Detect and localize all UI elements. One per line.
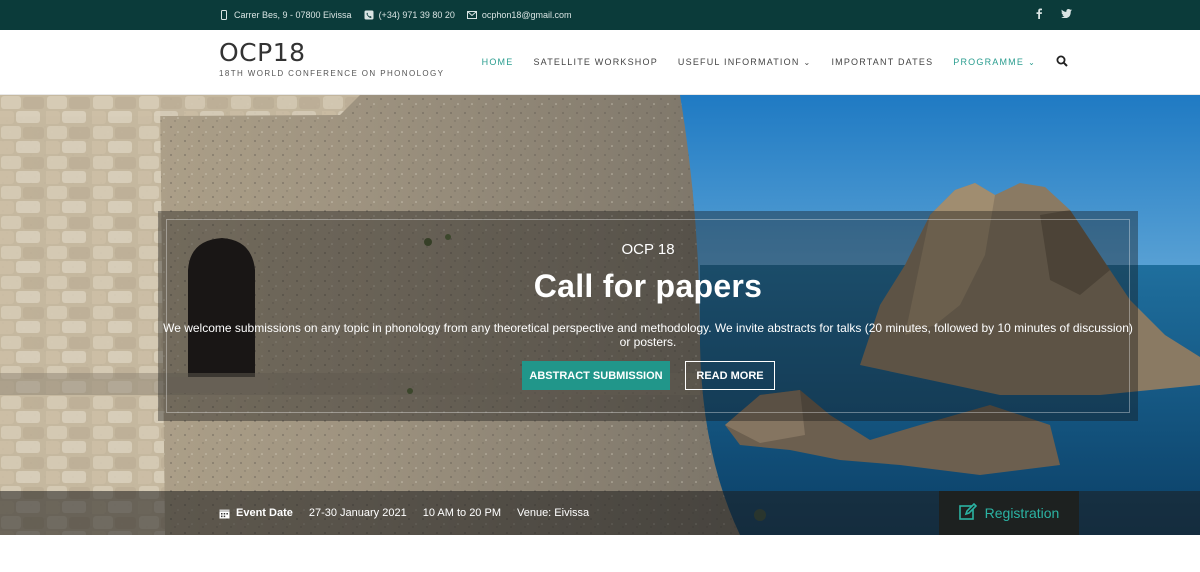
event-details: Event Date 27-30 January 2021 10 AM to 2…	[219, 491, 589, 535]
contact-info: Carrer Bes, 9 - 07800 Eivissa (+34) 971 …	[219, 0, 572, 30]
nav-satellite-workshop[interactable]: SATELLITE WORKSHOP	[533, 57, 657, 67]
hero-subtitle: OCP 18	[621, 241, 675, 258]
site-header: OCP18 18TH WORLD CONFERENCE ON PHONOLOGY…	[0, 30, 1200, 95]
phone-icon	[364, 10, 374, 20]
twitter-icon[interactable]	[1061, 9, 1072, 21]
email-text: ocphon18@gmail.com	[481, 10, 572, 20]
main-nav: HOME SATELLITE WORKSHOP USEFUL INFORMATI…	[482, 30, 1070, 94]
registration-button[interactable]: Registration	[939, 491, 1079, 535]
event-date-label-group: Event Date	[219, 507, 293, 519]
mobile-icon	[219, 10, 229, 20]
abstract-submission-button[interactable]: ABSTRACT SUBMISSION	[522, 361, 670, 390]
chevron-down-icon: ⌄	[1028, 57, 1036, 67]
nav-programme[interactable]: PROGRAMME ⌄	[953, 57, 1036, 67]
facebook-icon[interactable]	[1035, 8, 1043, 22]
top-contact-bar: Carrer Bes, 9 - 07800 Eivissa (+34) 971 …	[0, 0, 1200, 30]
hero-slider: OCP 18 Call for papers We welcome submis…	[0, 95, 1200, 535]
nav-important-dates[interactable]: IMPORTANT DATES	[831, 57, 933, 67]
site-tagline: 18TH WORLD CONFERENCE ON PHONOLOGY	[219, 69, 445, 78]
page-content-start	[0, 535, 1200, 572]
address-text: Carrer Bes, 9 - 07800 Eivissa	[234, 10, 352, 20]
site-logo[interactable]: OCP18	[219, 38, 444, 67]
calendar-icon	[219, 508, 230, 519]
nav-important-dates-label: IMPORTANT DATES	[831, 57, 934, 67]
event-date-label: Event Date	[236, 507, 293, 519]
email-item[interactable]: ocphon18@gmail.com	[466, 10, 572, 20]
event-time: 10 AM to 20 PM	[422, 507, 501, 519]
nav-programme-label: PROGRAMME	[953, 57, 1025, 67]
phone-text: (+34) 971 39 80 20	[378, 10, 455, 20]
hero-description: We welcome submissions on any topic in p…	[163, 321, 1133, 349]
nav-useful-information[interactable]: USEFUL INFORMATION ⌄	[678, 57, 812, 67]
event-dates: 27-30 January 2021	[308, 507, 407, 519]
read-more-button[interactable]: READ MORE	[685, 361, 775, 390]
event-venue: Venue: Eivissa	[516, 507, 590, 519]
nav-home[interactable]: HOME	[482, 57, 514, 67]
edit-icon	[958, 502, 977, 524]
phone-item[interactable]: (+34) 971 39 80 20	[364, 10, 455, 20]
registration-label: Registration	[984, 505, 1060, 521]
nav-useful-information-label: USEFUL INFORMATION	[677, 57, 800, 67]
chevron-down-icon: ⌄	[803, 57, 812, 67]
social-links	[1035, 0, 1072, 30]
envelope-icon	[466, 10, 477, 20]
hero-caption-panel: OCP 18 Call for papers We welcome submis…	[158, 211, 1138, 421]
nav-home-label: HOME	[481, 57, 514, 67]
address-item: Carrer Bes, 9 - 07800 Eivissa	[219, 10, 352, 20]
brand[interactable]: OCP18 18TH WORLD CONFERENCE ON PHONOLOGY	[219, 38, 444, 78]
search-icon[interactable]	[1056, 55, 1070, 69]
hero-title: Call for papers	[533, 268, 763, 304]
nav-satellite-workshop-label: SATELLITE WORKSHOP	[533, 57, 658, 67]
